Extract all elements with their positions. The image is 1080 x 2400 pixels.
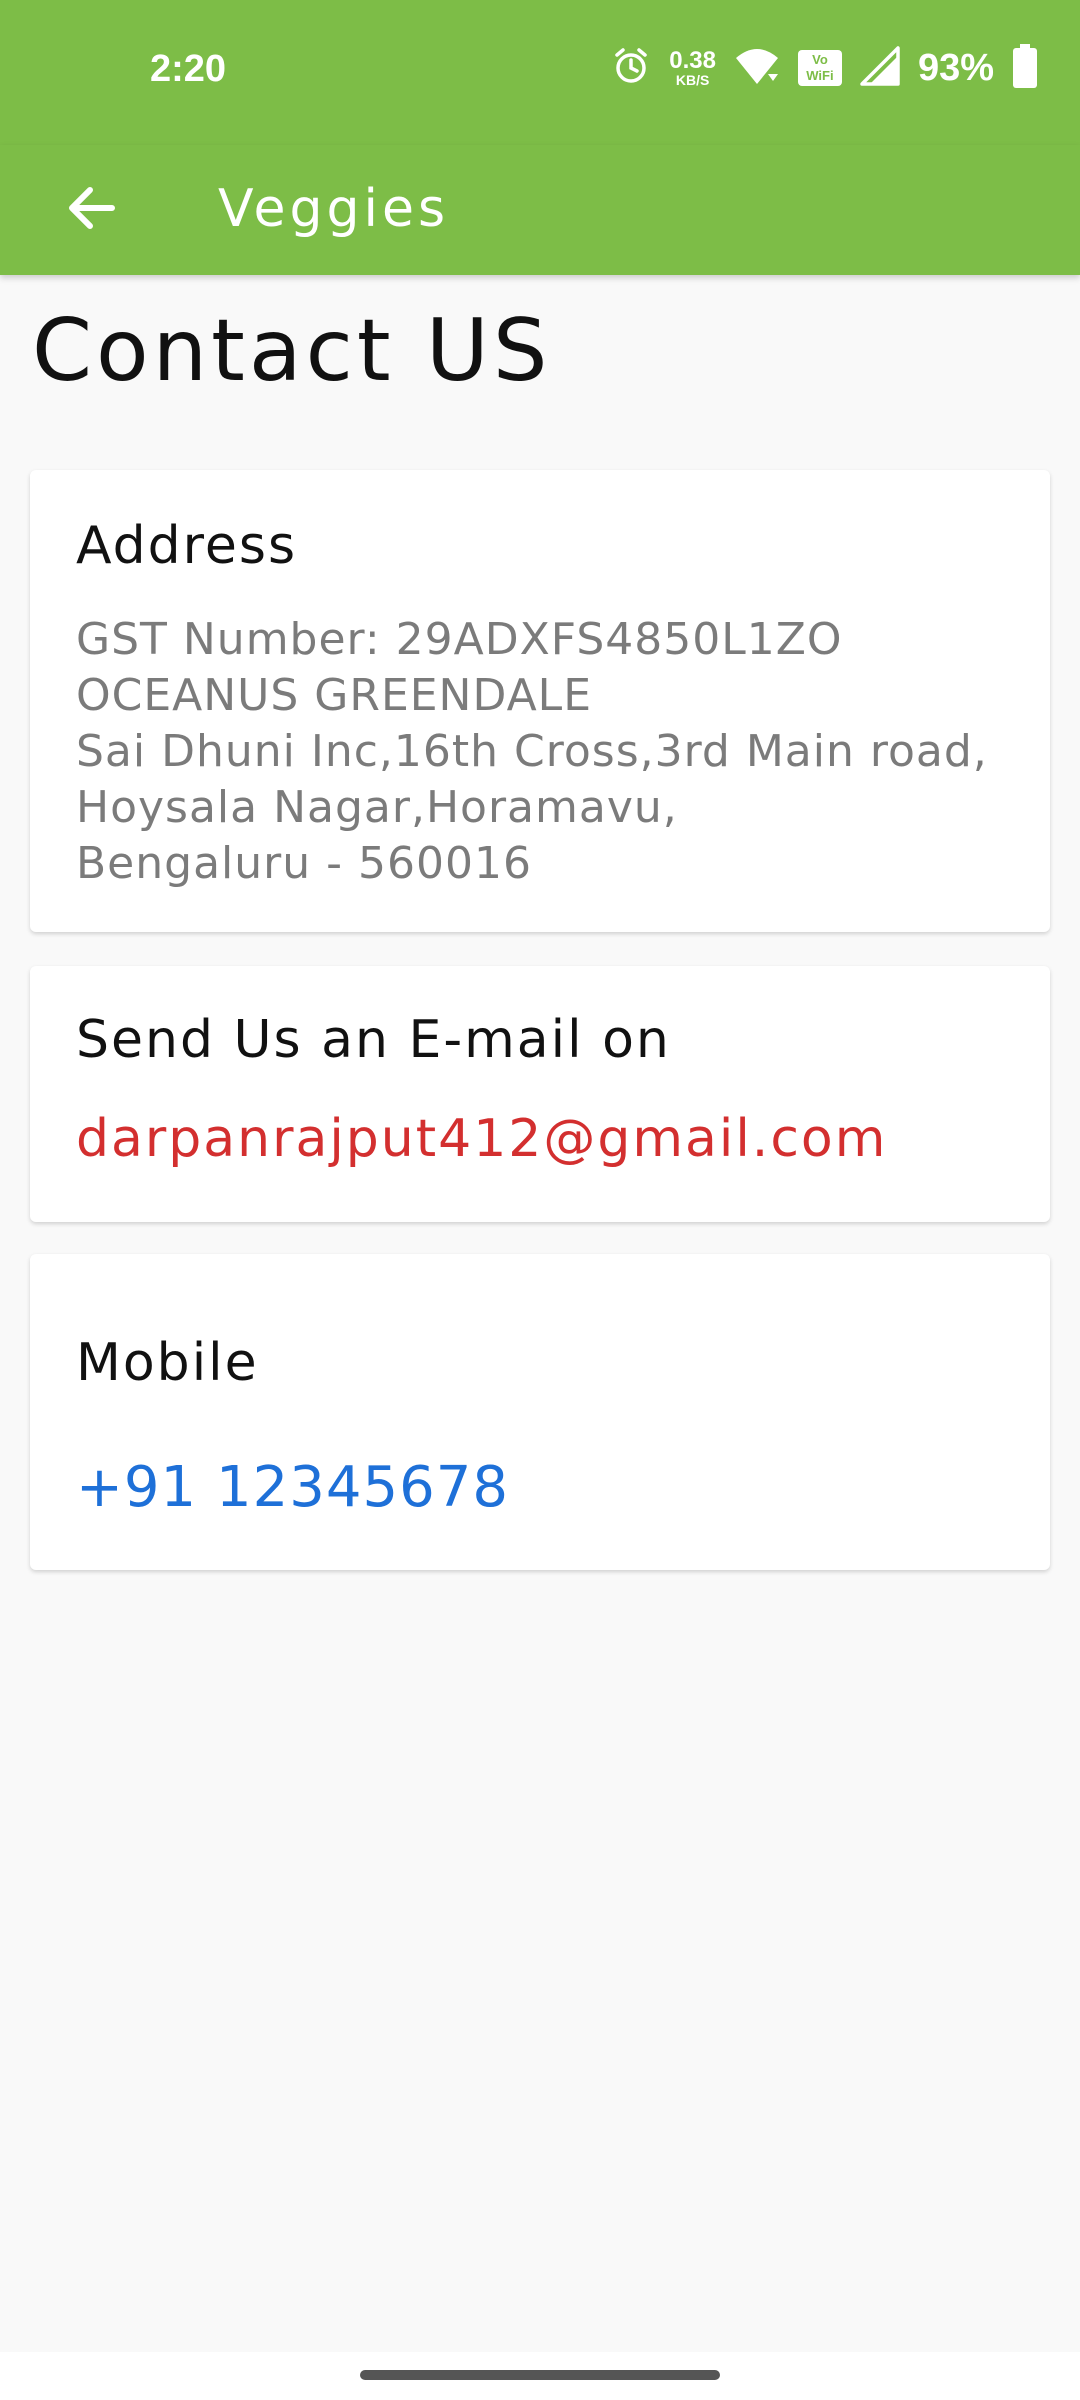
address-line: Hoysala Nagar,Horamavu, <box>76 782 678 833</box>
mobile-card: Mobile +91 12345678 <box>30 1254 1050 1570</box>
status-time: 2:20 <box>150 48 227 90</box>
email-title: Send Us an E-mail on <box>76 1010 671 1070</box>
address-line: OCEANUS GREENDALE <box>76 670 592 721</box>
email-card: Send Us an E-mail on darpanrajput412@gma… <box>30 966 1050 1222</box>
vowifi-icon: Vo WiFi <box>797 50 842 86</box>
network-speed-value: 0.38 <box>669 47 716 74</box>
vowifi-bottom-label: WiFi <box>806 68 834 83</box>
arrow-back-icon <box>64 180 120 240</box>
page-title: Contact US <box>32 301 552 401</box>
mobile-title: Mobile <box>76 1333 259 1393</box>
email-link[interactable]: darpanrajput412@gmail.com <box>76 1108 887 1170</box>
app-bar: Veggies <box>0 145 1080 275</box>
address-text: GST Number: 29ADXFS4850L1ZO OCEANUS GREE… <box>76 612 988 892</box>
vowifi-top-label: Vo <box>812 52 828 67</box>
network-speed-unit: KB/S <box>675 72 710 88</box>
back-button[interactable] <box>52 170 132 250</box>
home-gesture-handle[interactable] <box>360 2370 720 2380</box>
status-icons: 0.38 KB/S Vo WiFi 93% <box>611 42 1038 94</box>
battery-icon <box>1012 44 1038 92</box>
address-line: Sai Dhuni Inc,16th Cross,3rd Main road, <box>76 726 988 777</box>
gst-number: GST Number: 29ADXFS4850L1ZO <box>76 614 843 665</box>
navigation-bar <box>0 2352 1080 2400</box>
phone-link[interactable]: +91 12345678 <box>76 1454 509 1521</box>
battery-percent: 93% <box>917 46 994 89</box>
alarm-icon <box>611 46 651 90</box>
cellular-signal-icon <box>860 46 900 90</box>
app-title: Veggies <box>218 179 450 239</box>
address-card: Address GST Number: 29ADXFS4850L1ZO OCEA… <box>30 470 1050 932</box>
address-title: Address <box>76 516 298 576</box>
status-bar: 2:20 0.38 KB/S Vo WiFi 93% <box>0 0 1080 145</box>
address-line: Bengaluru - 560016 <box>76 838 532 889</box>
network-speed: 0.38 KB/S <box>669 47 716 88</box>
wifi-icon <box>734 46 780 90</box>
